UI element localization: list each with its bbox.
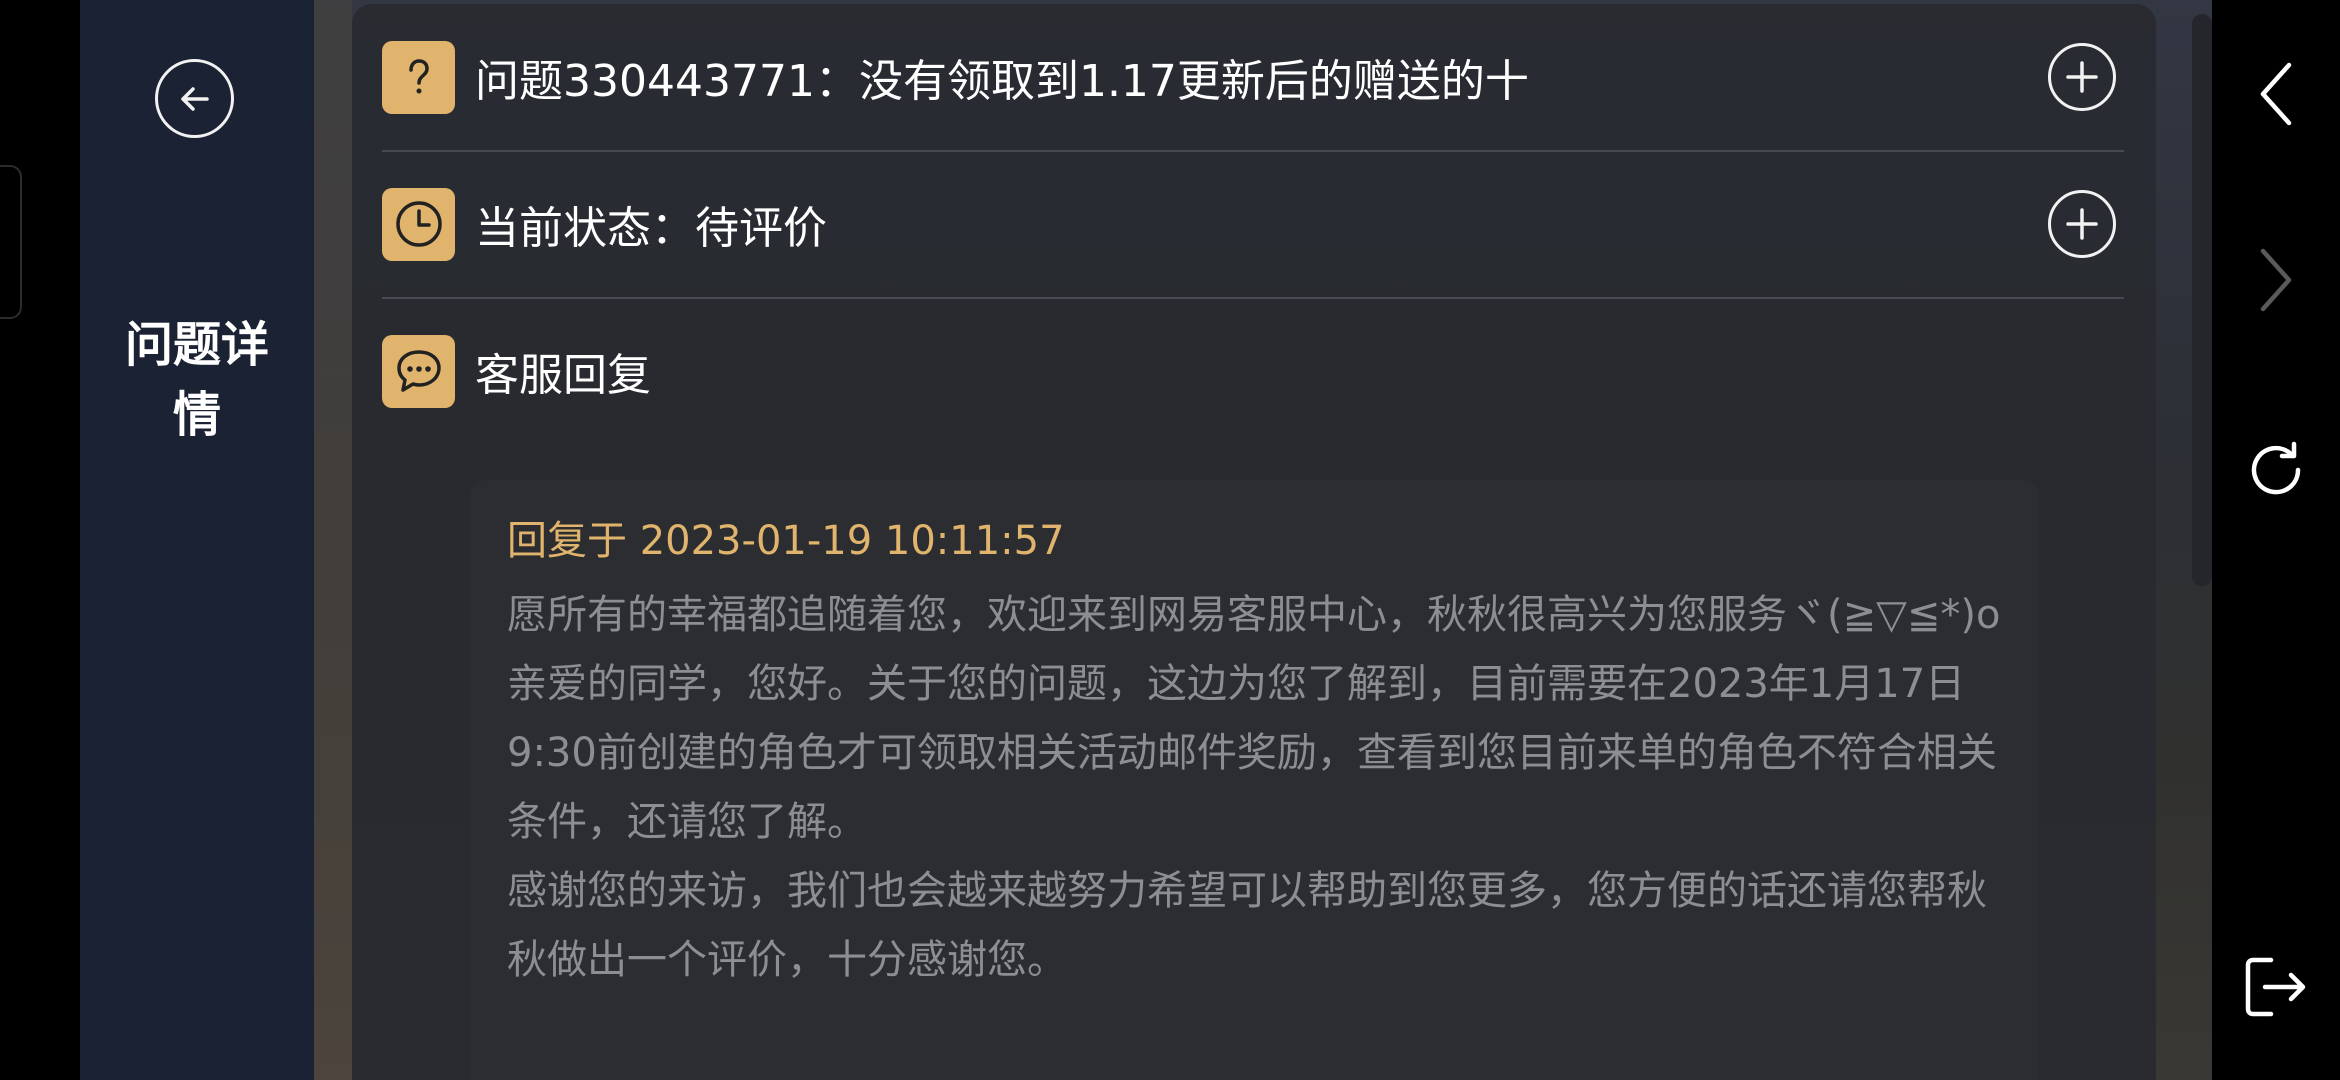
chevron-left-icon	[2260, 62, 2292, 126]
question-row: 问题330443771：没有领取到1.17更新后的赠送的十	[382, 4, 2124, 152]
plus-icon	[2066, 208, 2098, 240]
chevron-right-icon	[2260, 248, 2292, 312]
reply-body: 愿所有的幸福都追随着您，欢迎来到网易客服中心，秋秋很高兴为您服务ヾ(≧▽≦*)o…	[507, 581, 2002, 995]
reply-paragraph: 愿所有的幸福都追随着您，欢迎来到网易客服中心，秋秋很高兴为您服务ヾ(≧▽≦*)o	[507, 592, 2001, 638]
reply-timestamp: 回复于 2023-01-19 10:11:57	[507, 518, 1065, 564]
browser-nav-bar	[2212, 0, 2340, 1080]
reply-paragraph: 感谢您的来访，我们也会越来越努力希望可以帮助到您更多，您方便的话还请您帮秋秋做出…	[507, 868, 1987, 983]
status-text: 当前状态：待评价	[475, 203, 827, 254]
reply-section-label: 客服回复	[475, 350, 651, 401]
plus-icon	[2066, 61, 2098, 93]
reply-header-row: 客服回复	[382, 298, 2124, 444]
question-icon	[382, 40, 455, 114]
backdrop-shade	[314, 0, 352, 1080]
nav-forward-button[interactable]	[2212, 230, 2340, 330]
status-row: 当前状态：待评价	[382, 151, 2124, 299]
scrollbar[interactable]	[2192, 14, 2212, 586]
sidebar	[80, 0, 314, 1080]
app-root: 问题详情 问题330443771：没有领取到1.17更新后的赠送的十 当前状态：…	[0, 0, 2340, 1080]
back-button[interactable]	[155, 59, 234, 138]
nav-refresh-button[interactable]	[2212, 420, 2340, 520]
exit-icon	[2245, 957, 2306, 1017]
nav-exit-button[interactable]	[2212, 937, 2340, 1037]
camera-cutout	[0, 165, 22, 319]
nav-back-button[interactable]	[2212, 44, 2340, 144]
refresh-icon	[2251, 441, 2301, 495]
chat-bubble-icon	[382, 334, 455, 408]
clock-icon	[382, 187, 455, 261]
sidebar-title: 问题详情	[124, 317, 269, 443]
status-expand-button[interactable]	[2048, 190, 2116, 258]
screen-left-edge	[0, 0, 80, 1080]
arrow-left-icon	[180, 86, 209, 111]
question-title: 问题330443771：没有领取到1.17更新后的赠送的十	[475, 56, 1529, 107]
question-expand-button[interactable]	[2048, 43, 2116, 111]
reply-paragraph: 亲爱的同学，您好。关于您的问题，这边为您了解到，目前需要在2023年1月17日9…	[507, 661, 1997, 845]
